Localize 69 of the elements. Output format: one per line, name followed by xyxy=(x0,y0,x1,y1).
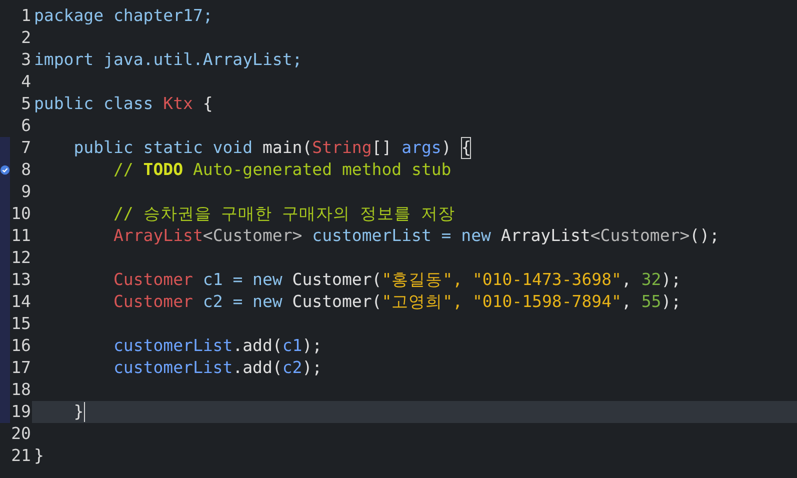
code-keyword: public class xyxy=(34,93,154,115)
code-text: Customer( xyxy=(292,291,382,313)
line-number: 18 xyxy=(11,379,32,401)
code-keyword: c1 = new xyxy=(202,269,284,291)
code-comment: // 승차권을 구매한 구매자의 정보를 저장 xyxy=(112,203,456,225)
text-cursor xyxy=(84,402,86,422)
task-check-icon[interactable] xyxy=(0,165,10,175)
line-number: 3 xyxy=(21,49,32,71)
code-variable: customerList xyxy=(112,357,233,379)
code-text: ) xyxy=(441,137,452,159)
todo-tag: TODO xyxy=(143,159,184,181)
line-number: 10 xyxy=(11,203,32,225)
code-variable: customerList xyxy=(112,335,233,357)
matched-bracket: { xyxy=(461,137,472,159)
line-number: 7 xyxy=(21,137,32,159)
code-text: ); xyxy=(661,291,682,313)
code-text: ArrayList xyxy=(500,225,590,247)
line-number: 8 xyxy=(21,159,32,181)
code-text: , xyxy=(621,291,632,313)
code-text: ); xyxy=(302,335,322,357)
code-text: } xyxy=(72,401,84,423)
code-text: Customer( xyxy=(292,269,382,291)
code-variable: c1 xyxy=(282,335,302,357)
line-number: 4 xyxy=(21,71,32,93)
line-number: 5 xyxy=(21,93,32,115)
code-text: } xyxy=(34,445,44,467)
code-text: [] xyxy=(372,137,393,159)
line-number: 19 xyxy=(11,401,32,423)
line-number: 1 xyxy=(21,5,32,27)
code-text: , xyxy=(621,269,632,291)
code-text: .add( xyxy=(232,335,282,357)
code-text: .add( xyxy=(232,357,282,379)
line-number: 16 xyxy=(11,335,32,357)
code-number: 32 xyxy=(641,269,662,291)
line-number: 6 xyxy=(21,115,32,137)
code-keyword: customerList = new xyxy=(311,225,492,247)
line-number: 14 xyxy=(11,291,32,313)
code-variable: c2 xyxy=(282,357,302,379)
code-type: Ktx xyxy=(163,93,193,115)
code-text: ); xyxy=(661,269,682,291)
code-keyword: package chapter17; xyxy=(34,5,213,27)
line-number: 2 xyxy=(21,27,32,49)
line-number: 15 xyxy=(11,313,32,335)
line-number: 12 xyxy=(11,247,32,269)
code-type-argument: <Customer> xyxy=(202,225,302,247)
code-type: Customer xyxy=(112,291,193,313)
code-keyword: public static void xyxy=(72,137,254,159)
line-number: 9 xyxy=(21,181,32,203)
code-keyword: c2 = new xyxy=(202,291,284,313)
code-text: { xyxy=(202,93,213,115)
code-type: Customer xyxy=(112,269,193,291)
line-number: 20 xyxy=(11,423,32,445)
code-number: 55 xyxy=(641,291,662,313)
code-variable: args xyxy=(402,137,442,159)
code-text: main( xyxy=(262,137,312,159)
code-keyword: import java.util.ArrayList; xyxy=(34,49,302,71)
code-comment: // xyxy=(112,159,134,181)
code-comment: Auto-generated method stub xyxy=(192,159,452,181)
code-type: String xyxy=(312,137,372,159)
code-text: ); xyxy=(302,357,322,379)
code-text: (); xyxy=(690,225,720,247)
code-string: "고영희", "010-1598-7894" xyxy=(382,291,622,313)
code-type-argument: <Customer> xyxy=(590,225,690,247)
line-number: 17 xyxy=(11,357,32,379)
line-number: 11 xyxy=(11,225,32,247)
code-type: ArrayList xyxy=(112,225,203,247)
code-string: "홍길동", "010-1473-3698" xyxy=(382,269,622,291)
line-number: 13 xyxy=(11,269,32,291)
line-number: 21 xyxy=(11,445,32,467)
